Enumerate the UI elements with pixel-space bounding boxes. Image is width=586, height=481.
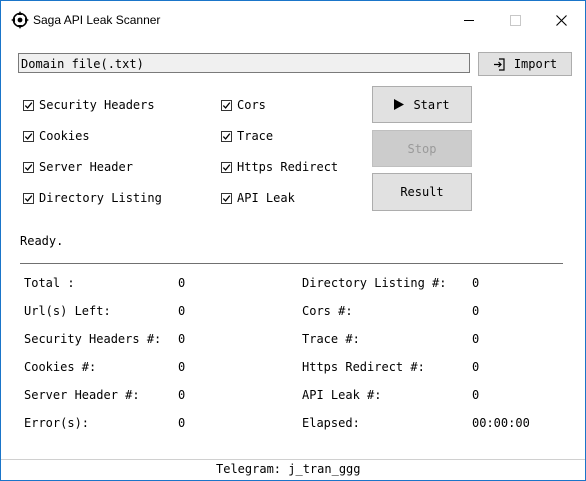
stat-trace-label: Trace #: xyxy=(302,332,360,346)
checkbox-label: Server Header xyxy=(39,160,133,174)
stat-total-value: 0 xyxy=(178,276,186,290)
minimize-icon xyxy=(464,19,474,21)
result-button[interactable]: Result xyxy=(372,173,472,211)
checkbox-box xyxy=(221,192,232,204)
close-button[interactable] xyxy=(538,1,584,39)
checkbox-box xyxy=(23,130,34,142)
status-bar-divider xyxy=(1,459,585,460)
telegram-footer: Telegram: j_tran_ggg xyxy=(216,462,361,476)
maximize-button[interactable] xyxy=(492,1,538,39)
stat-total-label: Total : xyxy=(24,276,75,290)
checkbox-label: Security Headers xyxy=(39,98,155,112)
stat-cors-value: 0 xyxy=(472,304,480,318)
close-icon xyxy=(555,14,567,26)
result-label: Result xyxy=(400,185,444,199)
stop-label: Stop xyxy=(407,141,437,156)
stat-errors-label: Error(s): xyxy=(24,416,90,430)
stat-cookies-label: Cookies #: xyxy=(24,360,97,374)
stat-directory-listing-label: Directory Listing #: xyxy=(302,276,447,290)
checkbox-label: Trace xyxy=(237,129,274,143)
domain-file-input[interactable]: Domain file(.txt) xyxy=(18,53,470,73)
checkbox-label: API Leak xyxy=(237,191,295,205)
checkbox-cors[interactable]: Cors xyxy=(221,97,266,113)
checkbox-box xyxy=(23,99,34,111)
divider xyxy=(20,263,563,264)
maximize-icon xyxy=(509,14,521,26)
stat-https-redirect-label: Https Redirect #: xyxy=(302,360,425,374)
play-icon xyxy=(394,99,405,110)
checkbox-api-leak[interactable]: API Leak xyxy=(221,190,295,206)
checkbox-trace[interactable]: Trace xyxy=(221,128,273,144)
checkbox-label: Https Redirect xyxy=(237,160,339,174)
stop-button[interactable]: Stop xyxy=(372,130,472,167)
stat-api-leak-value: 0 xyxy=(472,388,480,402)
stat-security-headers-label: Security Headers #: xyxy=(24,332,162,346)
checkbox-cookies[interactable]: Cookies xyxy=(23,128,90,144)
stat-cors-label: Cors #: xyxy=(302,304,353,318)
stat-elapsed-label: Elapsed: xyxy=(302,416,360,430)
start-button[interactable]: Start xyxy=(372,86,472,123)
checkbox-directory-listing[interactable]: Directory Listing xyxy=(23,190,162,206)
stat-server-header-value: 0 xyxy=(178,388,186,402)
title-bar: Saga API Leak Scanner xyxy=(1,1,585,39)
app-window: Saga API Leak Scanner Domain file(.txt) … xyxy=(0,0,586,481)
window-title: Saga API Leak Scanner xyxy=(33,13,161,27)
checkbox-box xyxy=(221,130,232,142)
import-button[interactable]: Import xyxy=(478,52,572,76)
checkbox-box xyxy=(221,161,232,173)
checkbox-box xyxy=(23,192,34,204)
sign-in-icon xyxy=(493,57,505,71)
stat-directory-listing-value: 0 xyxy=(472,276,480,290)
stat-security-headers-value: 0 xyxy=(178,332,186,346)
start-label: Start xyxy=(413,97,450,112)
stat-errors-value: 0 xyxy=(178,416,186,430)
checkbox-https-redirect[interactable]: Https Redirect xyxy=(221,159,338,175)
checkbox-box xyxy=(221,99,232,111)
target-icon xyxy=(11,11,29,29)
status-text: Ready. xyxy=(20,234,64,248)
stat-https-redirect-value: 0 xyxy=(472,360,480,374)
checkbox-label: Cookies xyxy=(39,129,90,143)
stat-urls-left-value: 0 xyxy=(178,304,186,318)
minimize-button[interactable] xyxy=(446,1,492,39)
import-label: Import xyxy=(513,57,558,71)
stat-api-leak-label: API Leak #: xyxy=(302,388,382,402)
stat-server-header-label: Server Header #: xyxy=(24,388,140,402)
checkbox-security-headers[interactable]: Security Headers xyxy=(23,97,155,113)
checkbox-box xyxy=(23,161,34,173)
stat-urls-left-label: Url(s) Left: xyxy=(24,304,111,318)
checkbox-server-header[interactable]: Server Header xyxy=(23,159,133,175)
checkbox-label: Directory Listing xyxy=(39,191,162,205)
stat-cookies-value: 0 xyxy=(178,360,186,374)
checkbox-label: Cors xyxy=(237,98,266,112)
stat-trace-value: 0 xyxy=(472,332,480,346)
stat-elapsed-value: 00:00:00 xyxy=(472,416,530,430)
